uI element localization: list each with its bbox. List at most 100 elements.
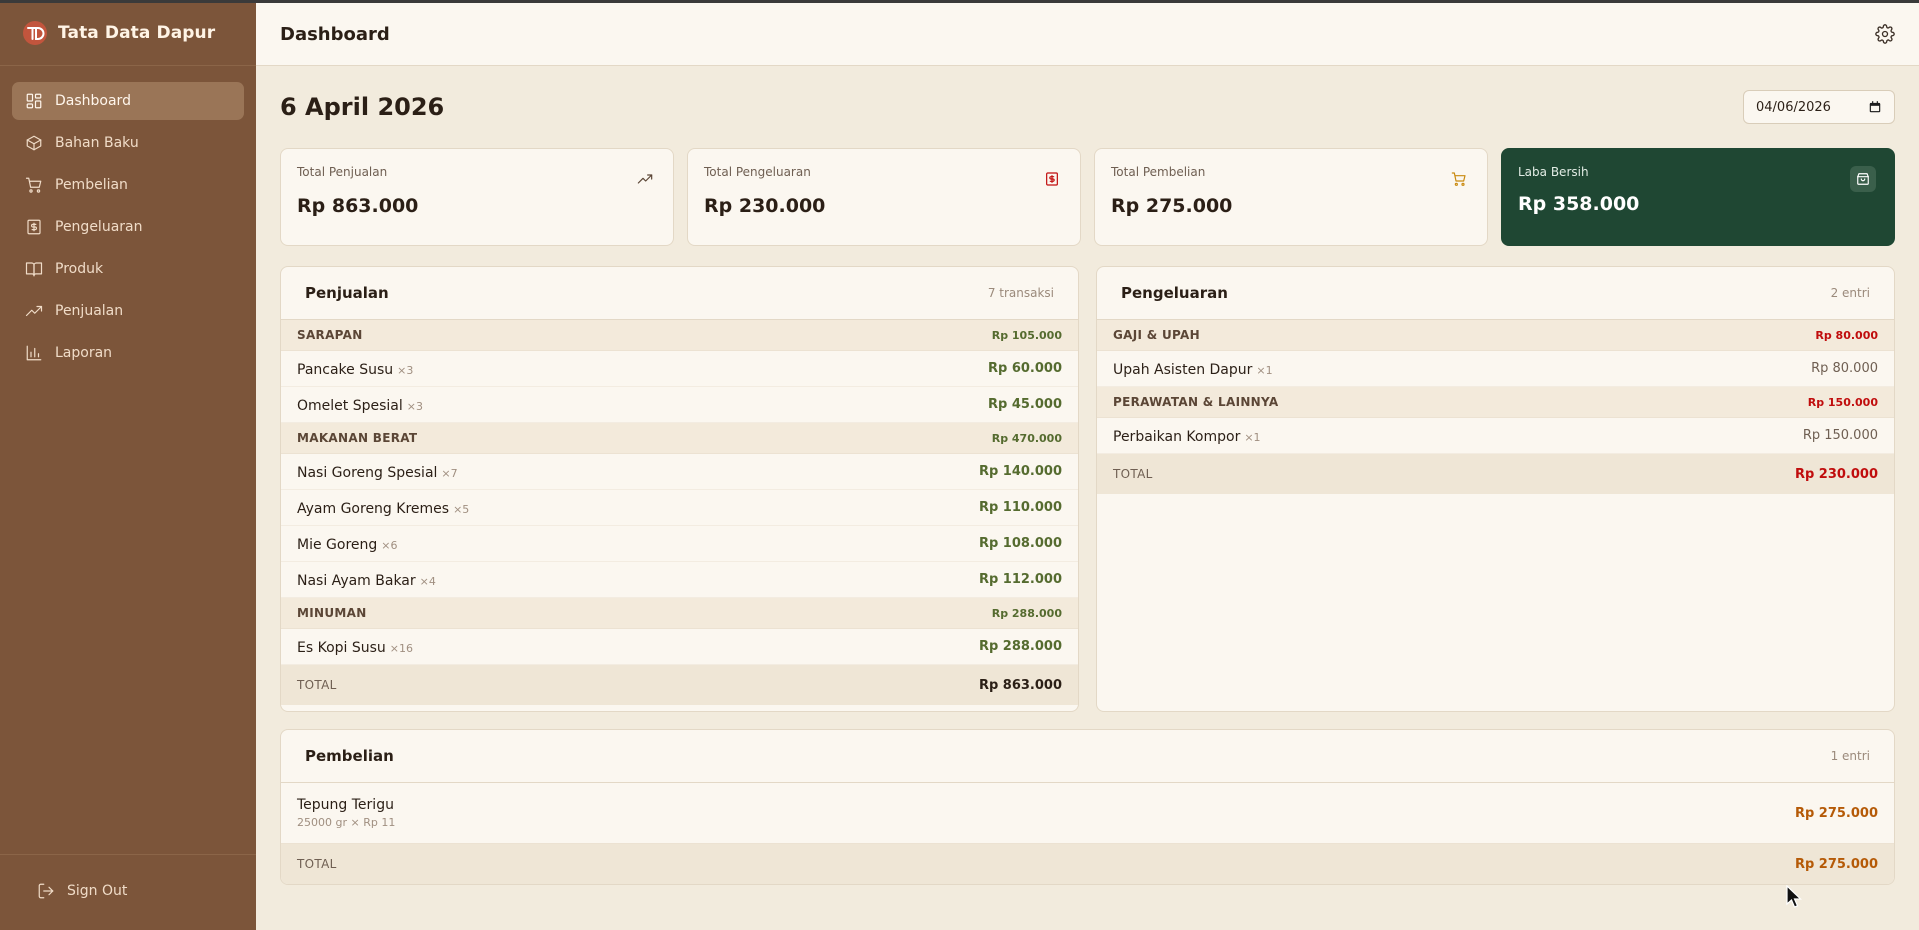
sidebar-item-pembelian[interactable]: Pembelian — [12, 166, 244, 204]
item-amount: Rp 150.000 — [1802, 428, 1878, 443]
item-qty: ×7 — [441, 467, 458, 480]
window-top-border — [0, 0, 1919, 3]
dashboard-icon — [26, 93, 42, 109]
cart-icon — [1451, 172, 1466, 186]
total-label: TOTAL — [297, 678, 337, 692]
sign-out-button[interactable]: Sign Out — [24, 872, 256, 910]
date-row: 6 April 2026 04/06/2026 — [280, 66, 1895, 148]
item-detail: 25000 gr × Rp 11 — [297, 816, 396, 829]
item-qty: ×3 — [397, 364, 414, 377]
main-content: 6 April 2026 04/06/2026 Total Penjualan … — [280, 66, 1895, 885]
sign-out-label: Sign Out — [67, 883, 128, 899]
brand[interactable]: Tata Data Dapur — [0, 0, 256, 66]
category-row: SARAPAN Rp 105.000 — [281, 320, 1078, 351]
stat-value: Rp 863.000 — [297, 195, 419, 217]
list-item: Tepung Terigu 25000 gr × Rp 11 Rp 275.00… — [281, 783, 1894, 844]
item-name: Pancake Susu — [297, 362, 394, 378]
list-item: Nasi Goreng Spesial ×7 Rp 140.000 — [281, 454, 1078, 490]
item-amount: Rp 45.000 — [987, 397, 1062, 412]
category-row: GAJI & UPAH Rp 80.000 — [1097, 320, 1894, 351]
sidebar-item-laporan[interactable]: Laporan — [12, 334, 244, 372]
item-amount: Rp 80.000 — [1811, 361, 1878, 376]
app-name: Tata Data Dapur — [58, 22, 216, 43]
item-amount: Rp 110.000 — [978, 500, 1062, 515]
item-qty: ×6 — [381, 539, 398, 552]
item-name: Es Kopi Susu — [297, 640, 386, 656]
stat-label: Laba Bersih — [1518, 165, 1589, 179]
total-label: TOTAL — [297, 857, 337, 871]
sales-panel: Penjualan 7 transaksi SARAPAN Rp 105.000… — [280, 266, 1079, 712]
category-name: SARAPAN — [297, 328, 363, 342]
expense-panel: Pengeluaran 2 entri GAJI & UPAH Rp 80.00… — [1096, 266, 1895, 712]
sidebar-footer: Sign Out — [0, 854, 256, 930]
total-value: Rp 275.000 — [1794, 856, 1878, 872]
trend-icon — [25, 305, 43, 317]
item-qty: ×1 — [1244, 431, 1261, 444]
panels-row: Penjualan 7 transaksi SARAPAN Rp 105.000… — [280, 266, 1895, 712]
wallet-icon-box — [1850, 166, 1876, 192]
item-amount: Rp 112.000 — [978, 572, 1062, 587]
stat-card-total-pengeluaran: Total Pengeluaran Rp 230.000 — [687, 148, 1081, 246]
category-total: Rp 105.000 — [991, 328, 1062, 342]
panel-header: Pembelian 1 entri — [281, 730, 1894, 783]
stat-value: Rp 275.000 — [1111, 195, 1233, 217]
category-total: Rp 150.000 — [1807, 395, 1878, 409]
sidebar-item-bahan-baku[interactable]: Bahan Baku — [12, 124, 244, 162]
sidebar-item-pengeluaran[interactable]: Pengeluaran — [12, 208, 244, 246]
category-row: MINUMAN Rp 288.000 — [281, 598, 1078, 629]
item-amount: Rp 275.000 — [1794, 805, 1878, 821]
stat-label: Total Pengeluaran — [704, 165, 811, 179]
list-item: Nasi Ayam Bakar ×4 Rp 112.000 — [281, 562, 1078, 598]
item-qty: ×3 — [406, 400, 423, 413]
stat-card-laba-bersih: Laba Bersih Rp 358.000 — [1501, 148, 1895, 246]
receipt-icon — [1046, 172, 1058, 186]
date-picker-input[interactable]: 04/06/2026 — [1743, 90, 1895, 124]
logout-icon — [38, 883, 54, 899]
item-name: Ayam Goreng Kremes — [297, 501, 450, 517]
stat-card-total-pembelian: Total Pembelian Rp 275.000 — [1094, 148, 1488, 246]
panel-title: Pengeluaran — [1121, 284, 1228, 302]
page-title: Dashboard — [280, 23, 390, 45]
item-name: Upah Asisten Dapur — [1113, 362, 1253, 378]
settings-gear-icon[interactable] — [1875, 24, 1895, 44]
item-name: Omelet Spesial — [297, 398, 403, 414]
sidebar-item-dashboard[interactable]: Dashboard — [12, 82, 244, 120]
item-qty: ×1 — [1256, 364, 1273, 377]
sidebar-item-label: Laporan — [55, 345, 113, 361]
total-row: TOTAL Rp 275.000 — [281, 844, 1894, 884]
sidebar: Tata Data Dapur Dashboard Bahan Baku Pem… — [0, 0, 256, 930]
item-qty: ×4 — [419, 575, 436, 588]
date-heading: 6 April 2026 — [280, 93, 445, 121]
category-name: MINUMAN — [297, 606, 367, 620]
panel-title: Pembelian — [305, 747, 394, 765]
panel-count: 1 entri — [1830, 749, 1870, 763]
category-name: PERAWATAN & LAINNYA — [1113, 395, 1279, 409]
calendar-icon[interactable] — [1868, 100, 1882, 114]
sidebar-item-produk[interactable]: Produk — [12, 250, 244, 288]
category-row: PERAWATAN & LAINNYA Rp 150.000 — [1097, 387, 1894, 418]
mouse-cursor-icon — [1786, 885, 1802, 908]
total-value: Rp 863.000 — [978, 677, 1062, 693]
item-amount: Rp 288.000 — [978, 639, 1062, 654]
sidebar-item-penjualan[interactable]: Penjualan — [12, 292, 244, 330]
panel-header: Pengeluaran 2 entri — [1097, 267, 1894, 320]
stat-label: Total Pembelian — [1111, 165, 1206, 179]
cart-icon — [25, 177, 42, 193]
sidebar-item-label: Produk — [55, 261, 104, 277]
item-qty: ×5 — [453, 503, 470, 516]
total-value: Rp 230.000 — [1794, 466, 1878, 482]
total-label: TOTAL — [1113, 467, 1153, 481]
receipt-icon — [27, 219, 41, 235]
sidebar-item-label: Pembelian — [55, 177, 128, 193]
total-row: TOTAL Rp 230.000 — [1097, 454, 1894, 494]
item-amount: Rp 108.000 — [978, 536, 1062, 551]
list-item: Es Kopi Susu ×16 Rp 288.000 — [281, 629, 1078, 665]
list-item: Mie Goreng ×6 Rp 108.000 — [281, 526, 1078, 562]
list-item: Pancake Susu ×3 Rp 60.000 — [281, 351, 1078, 387]
panel-header: Penjualan 7 transaksi — [281, 267, 1078, 320]
item-name: Mie Goreng — [297, 537, 378, 553]
item-name: Nasi Goreng Spesial — [297, 465, 438, 481]
item-qty: ×16 — [389, 642, 414, 655]
category-name: MAKANAN BERAT — [297, 431, 418, 445]
category-total: Rp 80.000 — [1815, 328, 1878, 342]
